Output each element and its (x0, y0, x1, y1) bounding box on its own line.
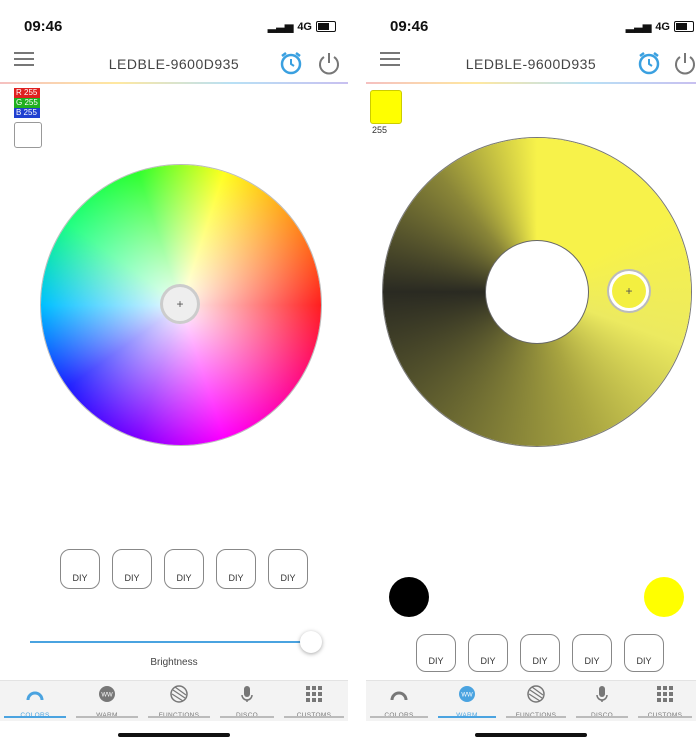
status-indicators: ▂▃▅ 4G (268, 20, 336, 33)
diy-button-5[interactable]: DIY (268, 549, 308, 589)
functions-icon (527, 685, 545, 703)
header: LEDBLE-9600D935 (366, 48, 696, 82)
rgb-readout: R 255 G 255 B 255 (14, 88, 40, 118)
warm-value: 255 (372, 125, 388, 135)
diy-presets: DIY DIY DIY DIY DIY (416, 634, 664, 672)
diy-button-1[interactable]: DIY (416, 634, 456, 672)
status-bar: 09:46 ▂▃▅ 4G (366, 18, 696, 42)
tab-customs[interactable]: CUSTOMS (280, 681, 348, 721)
tab-bar: COLORS WW WARM FUNCTIONS DISCO CUSTOMS (366, 680, 696, 721)
red-value: R 255 (14, 88, 40, 98)
battery-icon (316, 21, 336, 32)
battery-icon (674, 21, 694, 32)
diy-button-5[interactable]: DIY (624, 634, 664, 672)
tab-customs[interactable]: CUSTOMS (634, 681, 696, 721)
green-value: G 255 (14, 98, 40, 108)
grid-icon (306, 686, 322, 702)
status-bar: 09:46 ▂▃▅ 4G (0, 18, 348, 42)
blue-value: B 255 (14, 108, 40, 118)
color-picker-handle[interactable]: + (163, 287, 197, 321)
diy-button-4[interactable]: DIY (216, 549, 256, 589)
power-icon[interactable] (672, 50, 696, 76)
signal-icon: ▂▃▅ (267, 21, 294, 33)
header-divider (366, 82, 696, 84)
warm-color-swatch (370, 90, 402, 124)
signal-icon: ▂▃▅ (625, 21, 652, 33)
colors-screen: 09:46 ▂▃▅ 4G LEDBLE-9600D935 R 255 G 255… (0, 0, 348, 743)
status-time: 09:46 (390, 18, 429, 35)
tab-colors[interactable]: COLORS (366, 681, 432, 721)
warm-wheel-center (486, 241, 588, 343)
current-color-swatch (14, 122, 42, 148)
diy-button-3[interactable]: DIY (164, 549, 204, 589)
microphone-icon (596, 686, 608, 702)
tab-bar: COLORS WW WARM FUNCTIONS DISCO CUSTOMS (0, 680, 348, 721)
svg-text:WW: WW (101, 693, 113, 699)
alarm-clock-icon[interactable] (278, 50, 304, 76)
status-time: 09:46 (24, 18, 63, 35)
warm-icon: WW (99, 686, 115, 702)
svg-text:WW: WW (461, 693, 473, 699)
power-icon[interactable] (316, 50, 342, 76)
diy-button-2[interactable]: DIY (468, 634, 508, 672)
colors-icon (26, 691, 44, 701)
header-divider (0, 82, 348, 84)
diy-button-2[interactable]: DIY (112, 549, 152, 589)
diy-button-1[interactable]: DIY (60, 549, 100, 589)
tab-warm[interactable]: WW WARM (434, 681, 500, 721)
warm-icon: WW (459, 686, 475, 702)
diy-presets: DIY DIY DIY DIY DIY (60, 549, 308, 589)
tab-disco[interactable]: DISCO (572, 681, 632, 721)
tab-functions[interactable]: FUNCTIONS (144, 681, 214, 721)
brightness-slider[interactable] (30, 641, 320, 643)
status-indicators: ▂▃▅ 4G (626, 20, 694, 33)
functions-icon (170, 685, 188, 703)
microphone-icon (241, 686, 253, 702)
network-label: 4G (297, 20, 312, 33)
diy-button-3[interactable]: DIY (520, 634, 560, 672)
network-label: 4G (655, 20, 670, 33)
colors-icon (390, 691, 408, 701)
diy-button-4[interactable]: DIY (572, 634, 612, 672)
warm-picker-handle[interactable]: + (612, 274, 646, 308)
warm-screen: 09:46 ▂▃▅ 4G LEDBLE-9600D935 255 + DIY D… (366, 0, 696, 743)
cold-preset-dot[interactable] (389, 577, 429, 617)
tab-colors[interactable]: COLORS (0, 681, 70, 721)
home-indicator (475, 733, 587, 737)
grid-icon (657, 686, 673, 702)
tab-warm[interactable]: WW WARM (72, 681, 142, 721)
home-indicator (118, 733, 230, 737)
brightness-slider-thumb[interactable] (300, 631, 323, 653)
header: LEDBLE-9600D935 (0, 48, 348, 82)
warm-preset-dot[interactable] (644, 577, 684, 617)
brightness-label: Brightness (150, 657, 198, 668)
crosshair-icon: + (176, 297, 184, 311)
alarm-clock-icon[interactable] (636, 50, 662, 76)
tab-functions[interactable]: FUNCTIONS (502, 681, 570, 721)
tab-disco[interactable]: DISCO (216, 681, 278, 721)
crosshair-icon: + (625, 284, 633, 298)
